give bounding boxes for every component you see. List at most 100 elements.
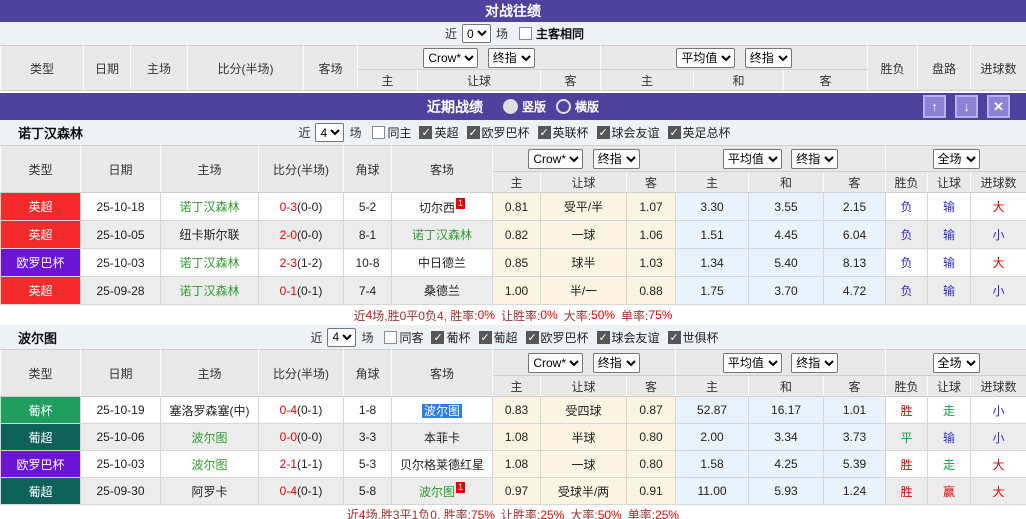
result-goals: 大 [970,477,1026,505]
result-winlose: 负 [885,276,929,305]
match-row: 欧罗巴杯 25-10-03 波尔图 2-1(1-1) 5-3 贝尔格莱德红星 1… [0,450,1026,478]
avg-draw-odds: 3.34 [748,423,825,451]
summary-near: 近 [346,508,359,519]
h2h-average-select[interactable]: 平均值 [676,47,736,68]
panel-down-button[interactable]: ↓ [955,95,978,118]
sub-goals: 进球数 [970,171,1026,193]
league-filter-checkbox-europa[interactable] [466,126,480,139]
handicap-rate-value: 0% [540,308,558,322]
forest-average-select[interactable]: 平均值 [722,148,782,169]
away-team: 本菲卡 [391,423,493,451]
handicap-line: 受球半/两 [540,477,627,505]
h2h-bookmaker-select[interactable]: Crow* [423,47,479,68]
odd-rate-label: 单率: [621,308,649,323]
corner-count: 5-3 [343,450,392,478]
league-filter-checkbox-europa[interactable] [525,330,539,344]
result-handicap: 输 [927,423,972,451]
sub-avg-draw: 和 [748,375,825,397]
home-team: 波尔图 [160,450,259,478]
league-filter-checkbox-pt-liga[interactable] [478,330,492,344]
away-team-name-selected: 波尔图 [421,403,462,418]
col-type: 类型 [0,349,81,397]
h2h-avg-time-select[interactable]: 终指 [744,47,792,68]
porto-scope-select[interactable]: 全场 [932,352,980,373]
league-filter-checkbox-epl[interactable] [419,126,433,139]
avg-odds-group: 平均值 终指 [675,145,887,172]
h2h-title: 对战往绩 [485,3,541,19]
h2h-rounds-select[interactable]: 0 [461,24,491,43]
league-badge: 英超 [0,220,81,249]
handicap-line: 球半 [540,248,627,277]
porto-average-select[interactable]: 平均值 [722,352,782,373]
home-team: 诺丁汉森林 [160,192,259,221]
league-filter-checkbox-efl-cup[interactable] [537,126,551,139]
avg-away-odds: 1.24 [823,477,887,505]
avg-home-odds: 2.00 [675,423,750,451]
halftime-score: (0-0) [297,227,323,242]
porto-bookmaker-select[interactable]: Crow* [528,352,584,373]
same-home-away-checkbox[interactable] [519,27,532,40]
same-away-label: 同客 [399,330,424,345]
league-badge: 欧罗巴杯 [0,248,81,277]
league-filter-label: 葡杯 [446,330,471,345]
home-odds: 0.83 [492,396,541,424]
red-card-badge: 1 [456,482,466,493]
same-home-checkbox[interactable] [372,126,386,139]
porto-avg-time-select[interactable]: 终指 [791,352,839,373]
recent-results-bar: 近期战绩 竖版 横版 ↑ ↓ ✕ [0,93,1026,120]
league-filter-checkbox-friendly[interactable] [596,330,610,344]
horizontal-layout-radio[interactable] [556,99,571,114]
result-handicap: 走 [927,396,972,424]
odd-rate-value: 75% [648,308,673,322]
result-handicap: 走 [927,450,972,478]
col-type: 类型 [0,145,81,193]
result-goals: 小 [970,276,1026,305]
away-odds: 0.88 [625,276,677,305]
same-home-away-label: 主客相同 [536,27,585,41]
panel-up-button[interactable]: ↑ [923,95,946,118]
away-team: 诺丁汉森林 [391,220,493,249]
handicap-rate-value: 25% [540,507,565,519]
sub-away: 客 [539,69,602,91]
same-away-checkbox[interactable] [384,330,398,344]
fulltime-score: 2-1 [279,457,297,471]
match-records-panel: 对战往绩 近 0 场 主客相同 类型 日期 主场 比分(半场) 客场 Crow*… [0,0,1026,519]
match-row: 英超 25-10-18 诺丁汉森林 0-3(0-0) 5-2 切尔西 1 0.81… [0,192,1026,221]
match-row: 英超 25-09-28 诺丁汉森林 0-1(0-1) 7-4 桑德兰 1.00 … [0,276,1026,305]
away-team: 波尔图 [391,396,493,424]
league-filter-checkbox-club-wc[interactable] [667,330,681,344]
match-date: 25-10-03 [80,248,161,277]
sub-avg-home: 主 [600,69,695,91]
sub-handicap-result: 让球 [927,171,972,193]
h2h-table: 类型 日期 主场 比分(半场) 客场 Crow* 终指 平均值 终指 胜负 盘路… [0,45,1026,91]
home-team: 阿罗卡 [160,477,259,505]
league-filter-checkbox-fa-cup[interactable] [667,126,681,139]
league-filter-checkbox-pt-cup[interactable] [431,330,445,344]
over-rate-value: 50% [597,507,622,519]
sub-avg-home: 主 [675,375,750,397]
handicap-rate-label: 让胜率: [500,308,541,323]
match-date: 25-10-05 [80,220,161,249]
h2h-odds-time-select[interactable]: 终指 [487,47,535,68]
panel-close-button[interactable]: ✕ [987,95,1010,118]
porto-odds-time-select[interactable]: 终指 [592,352,640,373]
away-odds: 0.91 [625,477,677,505]
forest-odds-time-select[interactable]: 终指 [592,148,640,169]
porto-rounds-select[interactable]: 4 [327,327,357,347]
vertical-layout-radio[interactable] [502,99,518,114]
away-odds: 0.80 [625,450,677,478]
forest-rounds-select[interactable]: 4 [315,123,345,142]
away-team: 中日德兰 [391,248,493,277]
col-goals: 进球数 [970,45,1026,91]
league-badge: 葡超 [0,477,81,505]
forest-scope-select[interactable]: 全场 [932,148,980,169]
forest-matches-table: 类型 日期 主场 比分(半场) 角球 客场 Crow* 终指 平均值 终指 全场 [0,145,1026,305]
sub-avg-away: 客 [783,69,869,91]
league-filter-checkbox-friendly[interactable] [596,126,610,139]
forest-bookmaker-select[interactable]: Crow* [528,148,584,169]
home-team: 塞洛罗森塞(中) [160,396,259,424]
avg-away-odds: 5.39 [823,450,887,478]
col-away: 客场 [391,145,493,193]
forest-avg-time-select[interactable]: 终指 [791,148,839,169]
match-date: 25-09-30 [80,477,161,505]
